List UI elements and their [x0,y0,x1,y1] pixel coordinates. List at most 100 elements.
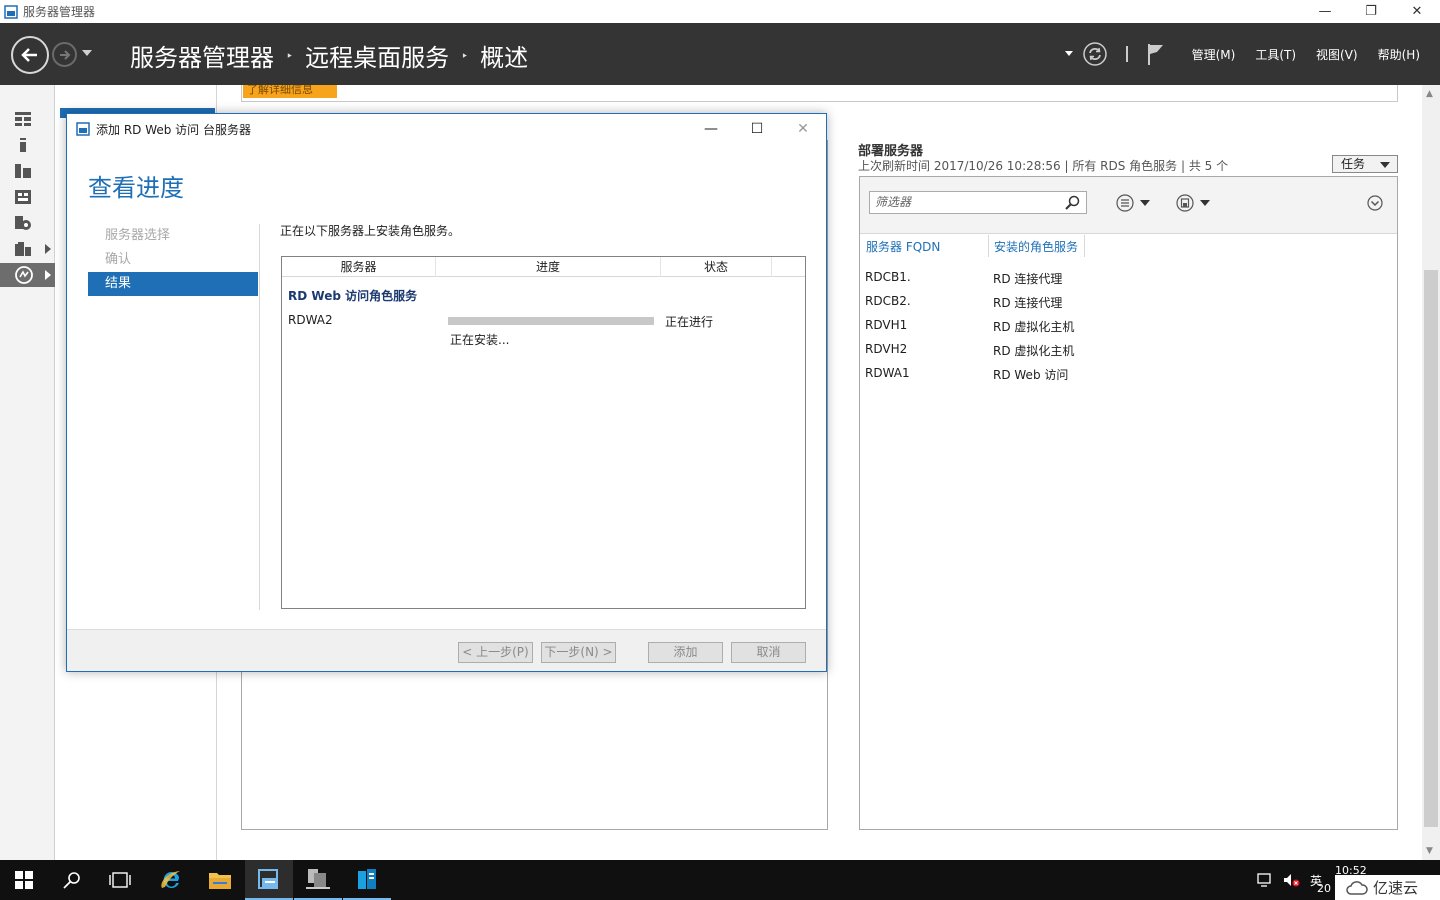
cancel-button[interactable]: 取消 [731,642,806,663]
save-query-button[interactable] [1176,194,1210,212]
wizard-heading: 查看进度 [88,175,184,202]
breadcrumb-rds[interactable]: 远程桌面服务 [305,38,449,73]
table-row[interactable]: RDCB2. RD 连接代理 [865,294,1062,311]
nav-ad-ds[interactable] [0,185,55,209]
column-header-roles[interactable]: 安装的角色服务 [994,238,1078,255]
nav-dashboard[interactable] [0,107,55,131]
history-dropdown-icon[interactable] [82,49,92,57]
nav-remote-desktop-services[interactable] [0,263,55,287]
next-button[interactable]: 下一步(N) > [541,642,616,663]
tasks-dropdown-button[interactable]: 任务 [1332,155,1398,173]
dialog-footer: < 上一步(P) 下一步(N) > 添加 取消 [67,629,826,671]
search-icon [63,872,80,889]
server-manager-icon [258,869,278,889]
taskbar-storage-app[interactable] [343,860,391,900]
header-bar: 服务器管理器 ‣ 远程桌面服务 ‣ 概述 管理(M) 工具(T) 视图(V) 帮… [0,23,1440,85]
network-servers-icon [306,869,330,889]
local-server-icon [20,138,26,152]
scroll-up-icon[interactable]: ▲ [1426,89,1433,99]
window-title: 服务器管理器 [23,5,96,19]
taskbar-internet-explorer[interactable] [147,860,195,900]
table-row[interactable]: RDVH1 RD 虚拟化主机 [865,318,1074,335]
taskbar-file-explorer[interactable] [196,860,244,900]
nav-iis[interactable] [0,237,55,261]
breadcrumb-separator: ‣ [286,48,294,63]
step-results[interactable]: 结果 [88,272,258,296]
filter-input[interactable]: 筛选器 [869,191,1087,214]
task-view-icon [109,872,131,888]
column-header-status[interactable]: 状态 [661,257,772,277]
deployment-toolbar: 筛选器 [860,177,1397,234]
list-view-button[interactable] [1116,194,1150,212]
main-scrollbar[interactable]: ▲ ▼ [1422,85,1440,860]
column-header-fqdn[interactable]: 服务器 FQDN [866,238,940,255]
start-button[interactable] [0,860,48,900]
dropdown-arrow-icon [1140,200,1150,206]
server-role: RD 虚拟化主机 [993,320,1075,334]
breadcrumb-root[interactable]: 服务器管理器 [130,38,274,73]
refresh-icon[interactable] [1082,41,1108,67]
add-rd-web-access-dialog: 添加 RD Web 访问 台服务器 — ☐ ✕ 查看进度 服务器选择 确认 结果… [66,113,827,672]
menu-view[interactable]: 视图(V) [1316,46,1358,63]
storage-app-icon [358,869,376,889]
add-button[interactable]: 添加 [648,642,723,663]
restore-button[interactable]: ❐ [1348,0,1394,23]
scrollbar-thumb[interactable] [1424,270,1438,827]
expand-arrow-icon [45,244,51,254]
role-service-title: RD Web 访问角色服务 [288,289,418,303]
minimize-button[interactable]: — [1302,0,1348,23]
search-icon[interactable] [1065,195,1081,211]
search-button[interactable] [48,860,96,900]
dropdown-icon[interactable] [1064,50,1074,58]
previous-button[interactable]: < 上一步(P) [458,642,533,663]
close-button[interactable]: ✕ [1394,0,1440,23]
scroll-down-icon[interactable]: ▼ [1426,846,1433,856]
dashboard-icon [15,112,31,126]
nav-local-server[interactable] [0,133,55,157]
network-status-icon[interactable] [1256,872,1274,888]
server-fqdn: RDVH2 [865,342,908,356]
breadcrumb-overview: 概述 [480,45,529,72]
install-progress-bar [448,317,654,325]
menu-manage[interactable]: 管理(M) [1192,46,1236,63]
task-view-button[interactable] [96,860,144,900]
breadcrumb: 服务器管理器 ‣ 远程桌面服务 ‣ 概述 [130,38,528,73]
back-button[interactable] [11,36,49,74]
volume-muted-icon[interactable] [1282,872,1300,888]
column-header-progress[interactable]: 进度 [436,257,661,277]
progress-description: 正在以下服务器上安装角色服务。 [280,224,461,238]
dialog-minimize-button[interactable]: — [688,114,734,144]
learn-more-button[interactable]: 了解详细信息 [243,85,337,98]
server-fqdn: RDCB1. [865,270,911,284]
expand-arrow-icon [45,270,51,280]
nav-all-servers[interactable] [0,159,55,183]
dialog-title: 添加 RD Web 访问 台服务器 [96,122,251,137]
table-row[interactable]: RDVH2 RD 虚拟化主机 [865,342,1074,359]
arrow-right-icon [59,49,70,60]
forward-button[interactable] [52,42,77,67]
collapse-icon[interactable] [1367,195,1383,211]
taskbar-network-app[interactable] [294,860,342,900]
install-status: 正在进行 [665,315,714,329]
column-separator [1084,235,1085,257]
folder-icon [209,873,231,889]
table-row[interactable]: RDWA1 RD Web 访问 [865,366,1068,383]
taskbar-server-manager[interactable] [245,860,293,900]
dialog-titlebar[interactable]: 添加 RD Web 访问 台服务器 — ☐ ✕ [67,114,826,144]
dialog-maximize-button[interactable]: ☐ [734,114,780,144]
watermark-logo: 亿速云 [1335,875,1440,900]
dialog-close-button[interactable]: ✕ [780,114,826,144]
welcome-panel [241,85,1398,102]
windows-logo-icon [15,871,33,889]
nav-file-storage[interactable] [0,211,55,235]
notifications-flag-icon[interactable] [1146,42,1166,66]
taskbar: 英 [0,860,1440,900]
table-row[interactable]: RDCB1. RD 连接代理 [865,270,1062,287]
column-header-server[interactable]: 服务器 [282,257,436,277]
internet-explorer-icon [161,871,180,888]
menu-help[interactable]: 帮助(H) [1378,46,1420,63]
ad-ds-icon [15,190,31,204]
dialog-body: 查看进度 服务器选择 确认 结果 正在以下服务器上安装角色服务。 服务器 进度 … [67,144,826,629]
file-storage-icon [15,216,31,230]
menu-tools[interactable]: 工具(T) [1255,46,1296,63]
